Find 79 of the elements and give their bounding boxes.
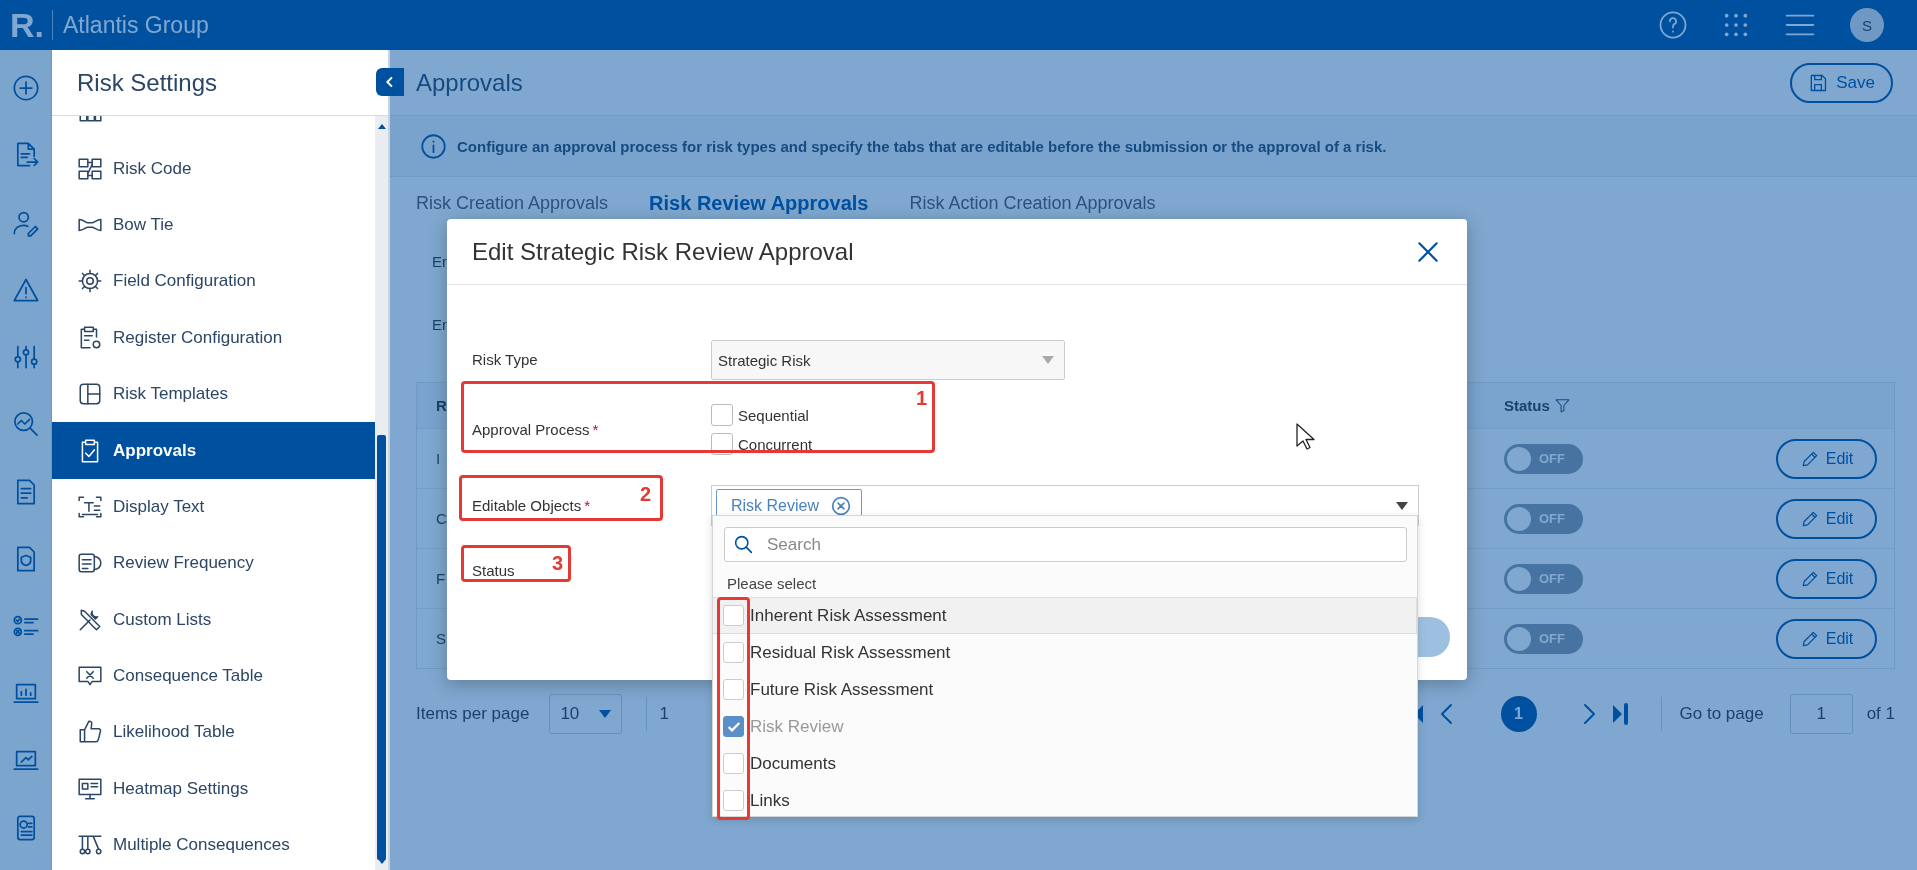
tools-icon — [77, 606, 103, 633]
apps-icon[interactable] — [1722, 11, 1750, 39]
checkbox[interactable] — [723, 753, 744, 774]
gear-icon — [77, 268, 103, 295]
logo: R. — [10, 5, 44, 45]
sidebar-item[interactable]: Register Configuration — [52, 309, 375, 366]
flow-chart-icon — [77, 155, 103, 182]
caret-icon[interactable] — [1396, 501, 1408, 510]
dropdown-option[interactable]: Links — [713, 782, 1417, 819]
table-cell: C — [436, 510, 447, 527]
field-label: Status — [472, 562, 515, 579]
table-cell: S — [436, 630, 446, 647]
layout-icon — [77, 381, 103, 408]
caret-icon — [599, 710, 612, 718]
sidebar-item[interactable]: Consequence Table — [52, 647, 375, 705]
sidebar-title: Risk Settings — [77, 68, 218, 97]
annotation-number: 3 — [552, 553, 564, 573]
dropdown-option[interactable]: Inherent Risk Assessment — [713, 597, 1417, 634]
checkbox[interactable] — [723, 679, 744, 700]
search-icon — [733, 534, 754, 555]
info-text: Configure an approval process for risk types and specify the tabs that are editable before the submission or the approval of a risk. — [457, 137, 1387, 155]
cursor-icon — [1296, 423, 1316, 451]
scrollbar[interactable] — [375, 116, 388, 870]
column-header: R — [436, 397, 447, 414]
monitor-icon — [77, 775, 103, 802]
checkbox-label: Concurrent — [738, 435, 813, 453]
sidebar-item[interactable]: Approvals — [52, 422, 375, 479]
remove-icon[interactable] — [831, 495, 851, 516]
sidebar-item[interactable]: Risk Code — [52, 140, 375, 197]
dialog-title: Edit Strategic Risk Review Approval — [472, 237, 854, 266]
sidebar-item[interactable]: Likelihood Table — [52, 704, 375, 761]
checkbox[interactable] — [723, 605, 744, 626]
field-label: Editable Objects * — [472, 496, 591, 514]
field-label: Risk Type — [472, 351, 538, 368]
filter-icon[interactable] — [1553, 397, 1571, 414]
annotation-number: 1 — [916, 388, 928, 408]
field-label: Approval Process * — [472, 420, 599, 438]
go-to-page-label: Go to page — [1679, 704, 1764, 724]
dropdown-option[interactable]: Future Risk Assessment — [713, 671, 1417, 708]
sidebar-item[interactable]: Bow Tie — [52, 196, 375, 254]
user-avatar[interactable]: S — [1850, 8, 1884, 42]
page-input[interactable]: 1 — [1789, 694, 1853, 734]
dropdown-hint: Please select — [727, 574, 818, 594]
sidebar-item[interactable]: Custom Lists — [52, 591, 375, 648]
checkbox[interactable] — [723, 790, 744, 811]
dropdown-option[interactable]: Documents — [713, 745, 1417, 782]
chart-search-icon[interactable] — [11, 410, 40, 439]
info-icon — [420, 132, 447, 160]
search-field[interactable]: Search — [724, 527, 1407, 562]
sidebar-item[interactable]: Review Frequency — [52, 535, 375, 592]
sidebar-item[interactable]: Display Text — [52, 478, 375, 536]
collapse-button[interactable] — [376, 68, 404, 96]
add-icon[interactable] — [11, 74, 40, 102]
sidebar-item[interactable]: Field Configuration — [52, 253, 375, 310]
checkbox[interactable] — [723, 642, 744, 663]
checkbox[interactable] — [711, 404, 733, 426]
table-cell: I — [436, 450, 441, 467]
app-title: Atlantis Group — [63, 11, 209, 39]
save-icon — [1808, 72, 1829, 93]
page-total: of 1 — [1866, 704, 1895, 724]
annotation-number: 2 — [640, 484, 652, 504]
checkbox[interactable] — [711, 433, 733, 455]
thumbs-up-icon — [77, 719, 103, 746]
help-icon[interactable] — [1658, 10, 1688, 40]
checkbox-label: Sequential — [738, 406, 809, 424]
caret-icon — [1042, 356, 1054, 364]
items-per-page-label: Items per page — [416, 704, 530, 724]
column-header: Status — [1504, 397, 1550, 414]
page-range: 1 — [659, 704, 669, 724]
per-page-select[interactable]: 10 — [549, 694, 623, 734]
page-title: Approvals — [416, 68, 523, 97]
risk-type-select[interactable]: Strategic Risk — [711, 340, 1065, 380]
table-cell: F — [436, 570, 446, 587]
sidebar-item[interactable]: Heatmap Settings — [52, 760, 375, 818]
sidebar-item[interactable]: Risk Templates — [52, 365, 375, 423]
sidebar-item[interactable]: Multiple Consequences — [52, 817, 375, 870]
dropdown-option[interactable]: Residual Risk Assessment — [713, 634, 1417, 671]
text-frame-icon — [77, 493, 103, 520]
checkbox[interactable] — [723, 716, 744, 737]
